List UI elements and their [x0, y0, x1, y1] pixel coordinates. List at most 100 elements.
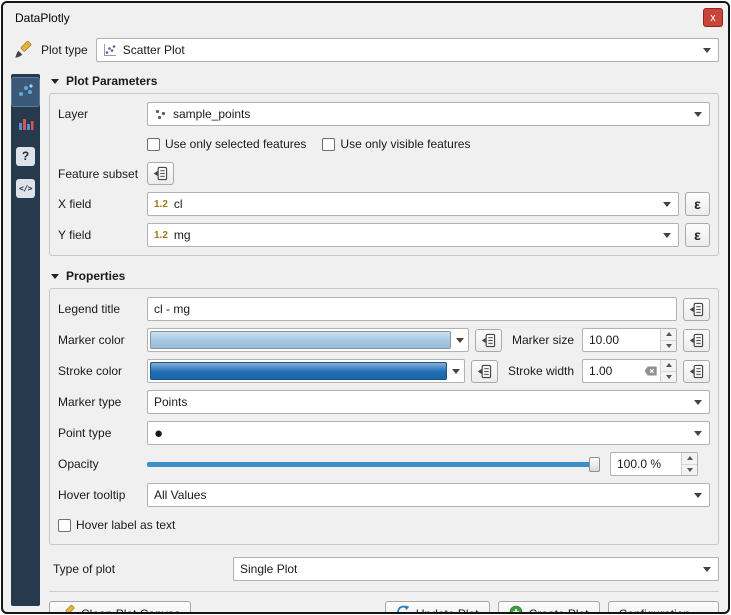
data-defined-button-stroke-color[interactable]: [471, 360, 498, 383]
hover-tooltip-select[interactable]: All Values: [147, 483, 710, 507]
group-title: Plot Parameters: [66, 74, 157, 88]
plus-circle-icon: [509, 605, 523, 614]
dataplotly-window: DataPlotly x Plot type Scatter Plot: [1, 1, 730, 614]
checkbox-icon: [58, 519, 71, 532]
y-field-label: Y field: [58, 228, 147, 242]
stroke-color-button[interactable]: [147, 359, 465, 383]
collapse-arrow-icon: [51, 274, 59, 279]
chevron-down-icon: [694, 431, 702, 436]
type-of-plot-value: Single Plot: [240, 562, 297, 576]
data-defined-override-icon: [481, 333, 496, 348]
spin-up-button[interactable]: [661, 360, 676, 372]
opacity-slider[interactable]: [147, 456, 600, 473]
data-defined-button-feature-subset[interactable]: [147, 162, 174, 185]
refresh-icon: [396, 605, 410, 614]
data-defined-button-stroke-width[interactable]: [683, 360, 710, 383]
spin-down-button[interactable]: [682, 465, 697, 476]
clear-value-icon[interactable]: [644, 360, 660, 382]
dataplotly-brush-icon: [13, 40, 33, 60]
expression-button-x-field[interactable]: ε: [685, 192, 710, 216]
decimal-field-icon: 1.2: [154, 230, 168, 241]
marker-type-row: Marker type Points: [58, 390, 710, 414]
opacity-value: 100.0 %: [611, 453, 681, 475]
x-field-row: X field 1.2 cl ε: [58, 192, 710, 216]
code-icon: </>: [16, 179, 35, 198]
data-defined-button-legend-title[interactable]: [683, 298, 710, 321]
marker-size-spinbox[interactable]: 10.00: [582, 328, 677, 352]
group-title: Properties: [66, 269, 125, 283]
hover-label-as-text-label: Hover label as text: [76, 518, 175, 532]
configuration-button[interactable]: Configuration: [608, 601, 719, 614]
data-defined-button-marker-color[interactable]: [475, 329, 502, 352]
hover-tooltip-label: Hover tooltip: [58, 488, 147, 502]
decimal-field-icon: 1.2: [154, 199, 168, 210]
create-plot-button[interactable]: Create Plot: [498, 601, 600, 614]
hover-label-as-text-checkbox[interactable]: Hover label as text: [58, 518, 175, 532]
marker-type-select[interactable]: Points: [147, 390, 710, 414]
point-type-select[interactable]: ●: [147, 421, 710, 445]
use-selected-features-checkbox[interactable]: Use only selected features: [147, 137, 306, 151]
y-field-row: Y field 1.2 mg ε: [58, 223, 710, 247]
hover-tooltip-value: All Values: [154, 488, 206, 502]
layer-row: Layer sample_points: [58, 102, 710, 126]
layer-select[interactable]: sample_points: [147, 102, 710, 126]
sidebar: ? </>: [11, 74, 40, 606]
data-defined-button-marker-size[interactable]: [683, 329, 710, 352]
feature-subset-label: Feature subset: [58, 167, 147, 181]
group-plot-parameters: Layer sample_points Use only selected fe…: [49, 93, 719, 256]
update-plot-button[interactable]: Update Plot: [385, 601, 490, 614]
x-field-value: cl: [174, 197, 183, 211]
sidebar-item-code[interactable]: </>: [12, 174, 39, 202]
opacity-spinbox[interactable]: 100.0 %: [610, 452, 698, 476]
feature-checkbox-row: Use only selected features Use only visi…: [58, 133, 710, 155]
spin-down-button[interactable]: [661, 341, 676, 352]
spin-up-button[interactable]: [661, 329, 676, 341]
point-layer-icon: [154, 108, 167, 121]
x-field-label: X field: [58, 197, 147, 211]
data-defined-override-icon: [689, 302, 704, 317]
layer-value: sample_points: [173, 107, 250, 121]
layer-label: Layer: [58, 107, 147, 121]
chevron-down-icon: [694, 400, 702, 405]
opacity-label: Opacity: [58, 457, 147, 471]
footer: Clean Plot Canvas Update Plot Create Plo…: [49, 601, 719, 614]
close-button[interactable]: x: [703, 8, 723, 27]
marker-size-label: Marker size: [512, 333, 574, 347]
marker-color-button[interactable]: [147, 328, 469, 352]
marker-color-swatch: [150, 331, 451, 349]
expression-button-y-field[interactable]: ε: [685, 223, 710, 247]
x-field-select[interactable]: 1.2 cl: [147, 192, 679, 216]
use-visible-features-checkbox[interactable]: Use only visible features: [322, 137, 470, 151]
stroke-width-spinbox[interactable]: 1.00: [582, 359, 677, 383]
hover-tooltip-row: Hover tooltip All Values: [58, 483, 710, 507]
checkbox-icon: [322, 138, 335, 151]
sidebar-item-plot-settings[interactable]: [12, 78, 39, 106]
chevron-down-icon: [694, 112, 702, 117]
opacity-slider-handle[interactable]: [589, 457, 600, 472]
data-defined-override-icon: [477, 364, 492, 379]
spin-up-button[interactable]: [682, 453, 697, 465]
data-defined-override-icon: [689, 364, 704, 379]
stroke-color-row: Stroke color Stroke width 1.00: [58, 359, 710, 383]
spin-down-button[interactable]: [661, 372, 676, 383]
plot-type-select[interactable]: Scatter Plot: [96, 38, 719, 62]
data-defined-override-icon: [153, 166, 168, 181]
clean-plot-canvas-button[interactable]: Clean Plot Canvas: [49, 601, 191, 614]
point-type-row: Point type ●: [58, 421, 710, 445]
sidebar-item-plot-properties[interactable]: [12, 110, 39, 138]
sidebar-item-help[interactable]: ?: [12, 142, 39, 170]
group-properties-header[interactable]: Properties: [47, 268, 721, 284]
use-selected-features-label: Use only selected features: [165, 137, 306, 151]
titlebar: DataPlotly x: [3, 3, 728, 33]
group-plot-parameters-header[interactable]: Plot Parameters: [47, 73, 721, 89]
use-visible-features-label: Use only visible features: [340, 137, 470, 151]
legend-title-input[interactable]: [147, 297, 677, 321]
feature-subset-row: Feature subset: [58, 162, 710, 185]
y-field-select[interactable]: 1.2 mg: [147, 223, 679, 247]
chevron-down-icon: [700, 612, 708, 615]
plot-type-row: Plot type Scatter Plot: [3, 33, 728, 67]
type-of-plot-select[interactable]: Single Plot: [233, 557, 719, 581]
bar-chart-icon: [18, 115, 34, 134]
type-of-plot-row: Type of plot Single Plot: [49, 557, 719, 581]
plot-type-value: Scatter Plot: [123, 43, 185, 57]
